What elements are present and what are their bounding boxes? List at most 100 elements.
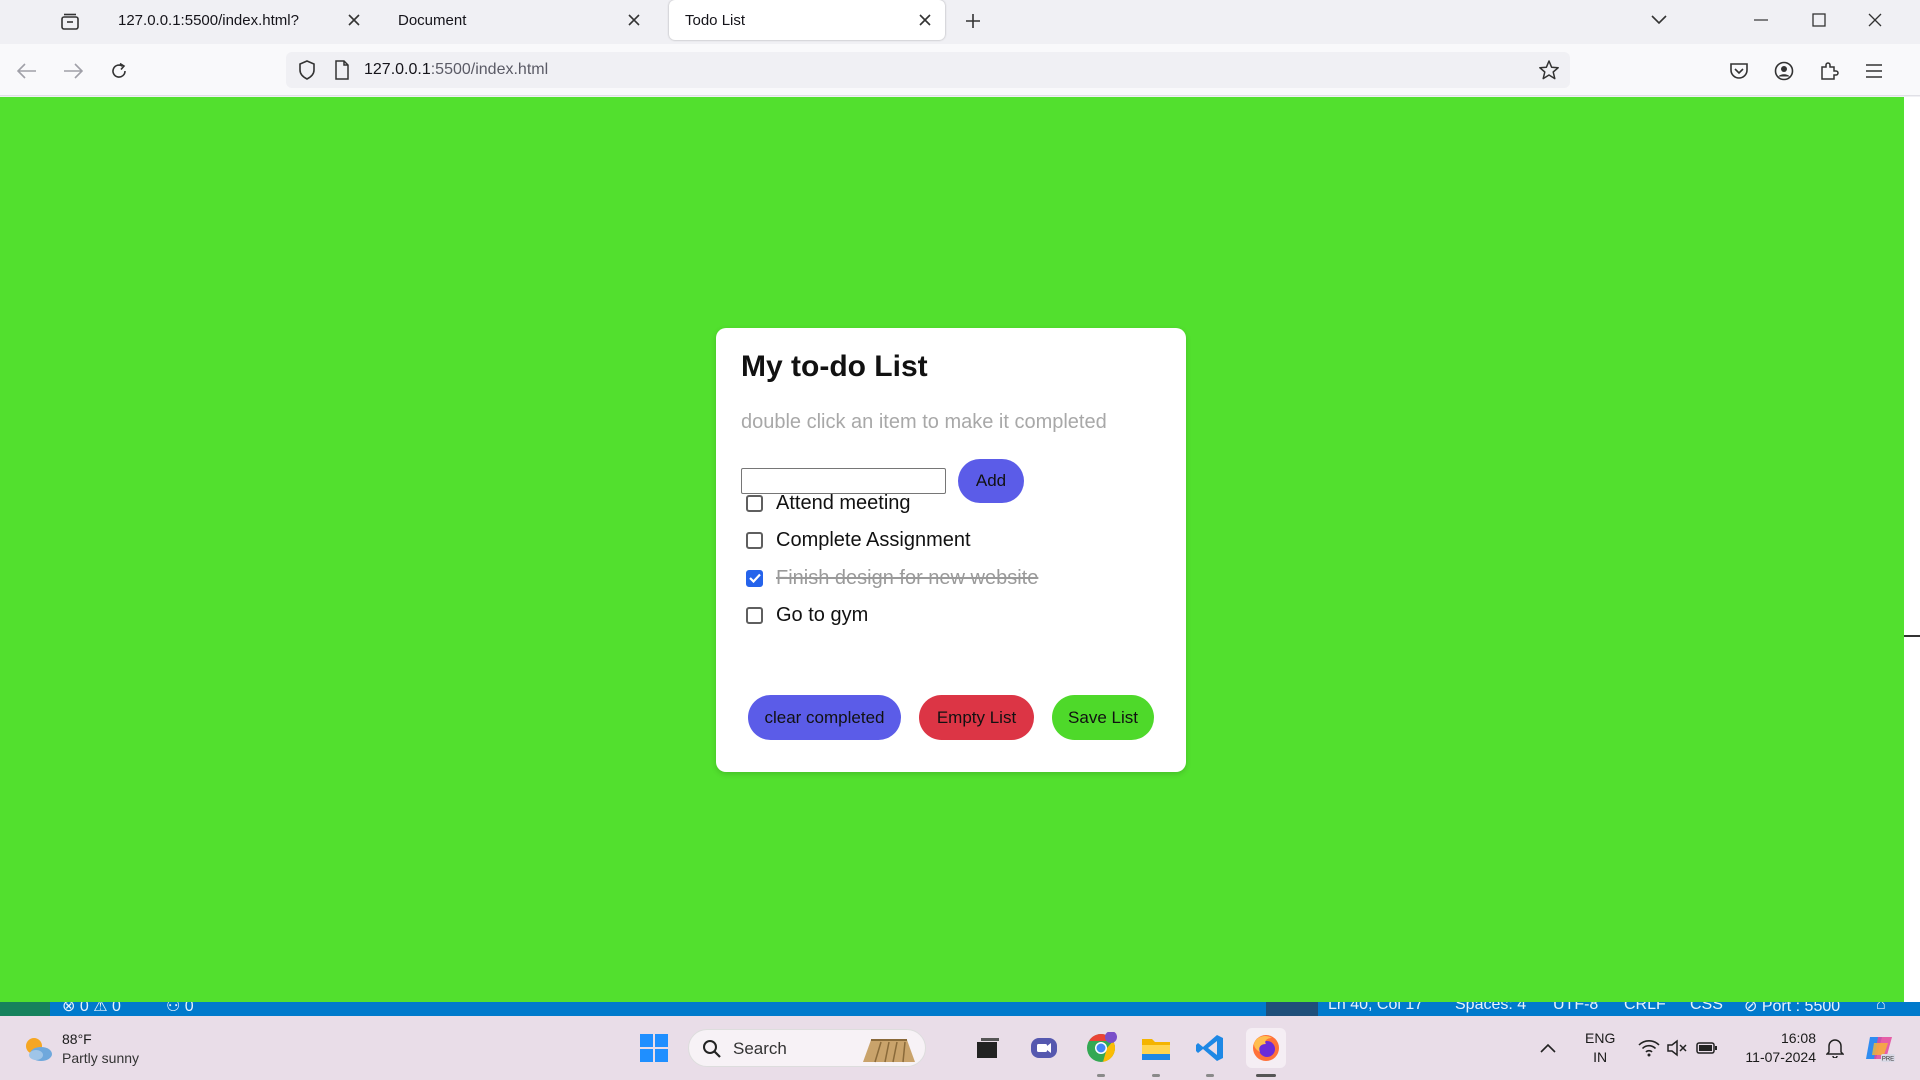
eol-setting[interactable]: CRLF <box>1624 1002 1666 1014</box>
weather-temp: 88°F <box>62 1031 92 1047</box>
tab-bar: 127.0.0.1:5500/index.html? Document Todo… <box>0 0 1920 44</box>
empty-list-button[interactable]: Empty List <box>919 695 1034 740</box>
tab-title: 127.0.0.1:5500/index.html? <box>118 11 299 29</box>
todo-checkbox[interactable] <box>746 494 763 512</box>
navigation-toolbar: 127.0.0.1:5500/index.html <box>0 44 1920 96</box>
clear-completed-button[interactable]: clear completed <box>748 695 901 740</box>
tab-title: Document <box>398 11 467 29</box>
port-value: Port : 5500 <box>1761 1002 1841 1015</box>
minimize-button[interactable] <box>1746 6 1776 34</box>
battery-icon[interactable] <box>1696 1016 1718 1080</box>
clock[interactable]: 16:08 11-07-2024 <box>1738 1016 1816 1080</box>
warnings-count: 0 <box>112 1002 121 1015</box>
save-list-button[interactable]: Save List <box>1052 695 1154 740</box>
chevron-up-icon <box>1540 1043 1556 1053</box>
partly-sunny-icon <box>26 1038 52 1061</box>
wifi-icon[interactable] <box>1638 1016 1660 1080</box>
todo-item-text-completed: Finish design for new website <box>776 566 1039 589</box>
problems-count[interactable]: ⊗ 0 ⚠ 0 <box>62 1002 121 1016</box>
notifications-icon[interactable]: ⌂ <box>1876 1002 1886 1014</box>
close-icon[interactable] <box>913 8 937 32</box>
weather-description: Partly sunny <box>62 1050 140 1066</box>
todo-checkbox-checked[interactable] <box>746 569 763 587</box>
clock-time: 16:08 <box>1780 1030 1816 1046</box>
volume-muted-icon[interactable] <box>1666 1016 1688 1080</box>
page-icon[interactable] <box>334 60 350 85</box>
close-icon[interactable] <box>622 8 646 32</box>
language-region: IN <box>1593 1049 1608 1065</box>
url-path: :5500/index.html <box>430 61 549 78</box>
language-mode[interactable]: CSS <box>1690 1002 1723 1014</box>
extensions-icon[interactable] <box>1816 58 1842 84</box>
add-button[interactable]: Add <box>958 459 1024 503</box>
maximize-button[interactable] <box>1804 6 1834 34</box>
tab-list-icon[interactable] <box>58 10 82 34</box>
todo-checkbox[interactable] <box>746 606 763 624</box>
chrome-icon[interactable] <box>1081 1028 1121 1068</box>
todo-item[interactable]: Complete Assignment <box>746 525 971 555</box>
new-tab-button[interactable] <box>960 8 986 34</box>
todo-item[interactable]: Go to gym <box>746 600 868 630</box>
firefox-icon[interactable] <box>1246 1028 1286 1068</box>
notification-bell-icon[interactable] <box>1826 1016 1844 1080</box>
page-title: My to-do List <box>741 350 928 383</box>
account-icon[interactable] <box>1771 58 1797 84</box>
todo-item[interactable]: Attend meeting <box>746 488 911 518</box>
clock-date: 11-07-2024 <box>1745 1049 1816 1065</box>
tab-index[interactable]: 127.0.0.1:5500/index.html? <box>102 0 374 40</box>
cursor-position[interactable]: Ln 40, Col 17 <box>1328 1002 1423 1014</box>
close-window-button[interactable] <box>1860 6 1890 34</box>
todo-item-text: Attend meeting <box>776 491 911 514</box>
forward-arrow-icon[interactable] <box>60 58 86 84</box>
instruction-text: double click an item to make it complete… <box>741 411 1107 433</box>
errors-count: 0 <box>79 1002 89 1015</box>
language-indicator[interactable]: ENG IN <box>1585 1016 1615 1080</box>
chevron-down-icon[interactable] <box>1644 6 1674 34</box>
page-viewport: My to-do List double click an item to ma… <box>0 97 1904 1002</box>
show-hidden-icons[interactable] <box>1540 1016 1556 1080</box>
vscode-status-bar: ⊗ 0 ⚠ 0 ⚇ 0 Ln 40, Col 17 Spaces: 4 UTF-… <box>0 1002 1920 1016</box>
ports-value: 0 <box>184 1002 194 1015</box>
running-indicator <box>1097 1074 1105 1077</box>
scrollbar-marker <box>1904 635 1920 637</box>
scrollbar-track[interactable] <box>1904 97 1920 1002</box>
bookmark-star-icon[interactable] <box>1538 59 1560 86</box>
search-highlight-image <box>863 1039 915 1063</box>
search-label: Search <box>733 1039 787 1058</box>
ports-count[interactable]: ⚇ 0 <box>166 1002 194 1016</box>
shield-icon[interactable] <box>298 60 316 85</box>
indent-setting[interactable]: Spaces: 4 <box>1455 1002 1526 1014</box>
file-explorer-icon[interactable] <box>1136 1028 1176 1068</box>
language-code: ENG <box>1585 1030 1616 1046</box>
copilot-icon[interactable]: PRE <box>1864 1016 1896 1080</box>
back-arrow-icon[interactable] <box>14 58 40 84</box>
tab-title: Todo List <box>685 11 746 29</box>
vscode-icon[interactable] <box>1190 1028 1230 1068</box>
todo-checkbox[interactable] <box>746 531 763 549</box>
remote-indicator[interactable] <box>0 1002 50 1016</box>
weather-widget[interactable]: 88°F Partly sunny <box>22 1030 139 1068</box>
meet-icon[interactable] <box>1024 1028 1064 1068</box>
pocket-icon[interactable] <box>1726 58 1752 84</box>
url-host: 127.0.0.1 <box>364 61 431 78</box>
close-icon[interactable] <box>342 8 366 32</box>
taskbar-search[interactable]: Search <box>688 1029 926 1067</box>
menu-icon[interactable] <box>1861 58 1887 84</box>
zoom-icon[interactable] <box>1266 1002 1318 1016</box>
running-indicator <box>1206 1074 1214 1077</box>
reload-icon[interactable] <box>106 58 132 84</box>
tab-document[interactable]: Document <box>382 0 654 40</box>
tab-todo-list[interactable]: Todo List <box>669 0 945 40</box>
windows-start-icon[interactable] <box>634 1028 674 1068</box>
todo-item[interactable]: Finish design for new website <box>746 563 1038 593</box>
live-server-port[interactable]: ⊘ Port : 5500 <box>1744 1002 1840 1016</box>
todo-item-text: Go to gym <box>776 603 869 626</box>
address-bar[interactable]: 127.0.0.1:5500/index.html <box>286 52 1570 88</box>
task-view-icon[interactable] <box>968 1028 1008 1068</box>
todo-item-text: Complete Assignment <box>776 528 971 551</box>
svg-text:PRE: PRE <box>1882 1057 1894 1063</box>
encoding-setting[interactable]: UTF-8 <box>1553 1002 1598 1014</box>
running-indicator-active <box>1256 1074 1276 1077</box>
checkmark-icon <box>748 573 761 583</box>
url-text[interactable]: 127.0.0.1:5500/index.html <box>364 61 548 79</box>
